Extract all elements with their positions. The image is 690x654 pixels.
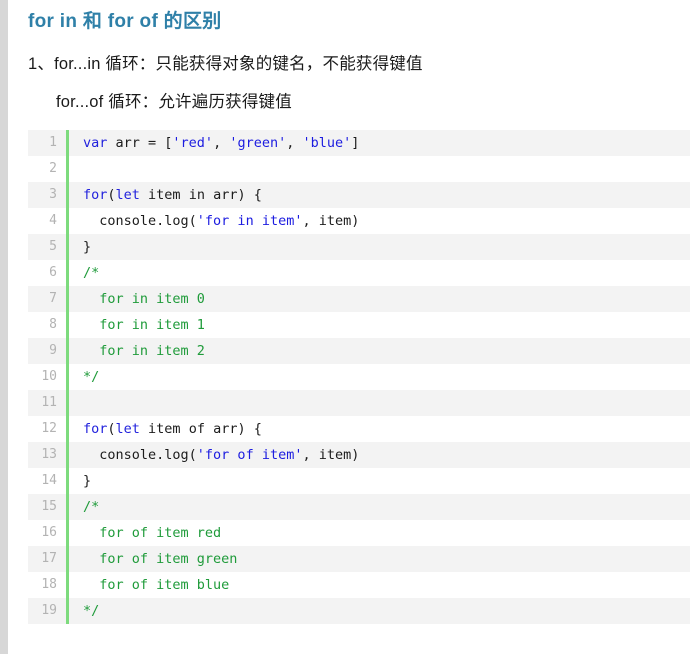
code-line-text — [69, 390, 690, 416]
code-token-plain: ] — [351, 135, 360, 151]
code-line: 4 console.log('for in item', item) — [28, 208, 690, 234]
code-line-text: console.log('for in item', item) — [69, 208, 690, 234]
code-token-str: 'for in item' — [196, 213, 303, 229]
line-number: 7 — [49, 291, 57, 306]
code-line: 10 */ — [28, 364, 690, 390]
code-line-text: */ — [69, 364, 690, 390]
code-token-plain: , — [213, 135, 230, 151]
code-line-text: for(let item of arr) { — [69, 416, 690, 442]
code-token-kw: for — [83, 421, 108, 437]
code-line-text: */ — [69, 598, 690, 624]
code-line-text: } — [69, 234, 690, 260]
code-line-text: for in item 2 — [69, 338, 690, 364]
code-line: 15 /* — [28, 494, 690, 520]
line-number: 18 — [41, 577, 57, 592]
code-line: 3 for(let item in arr) { — [28, 182, 690, 208]
code-token-plain: , — [286, 135, 303, 151]
code-line: 7 for in item 0 — [28, 286, 690, 312]
code-block[interactable]: 1 var arr = ['red', 'green', 'blue'] 2 3 fo… — [28, 130, 690, 624]
code-token-cmt: for in item 1 — [83, 317, 205, 333]
code-token-str: 'blue' — [302, 135, 352, 151]
code-token-kw: var — [83, 135, 116, 151]
code-token-plain: ( — [107, 421, 116, 437]
code-line: 2 — [28, 156, 690, 182]
code-token-plain: ( — [107, 187, 116, 203]
code-token-cmt: /* — [83, 265, 100, 281]
code-line: 19 */ — [28, 598, 690, 624]
code-token-plain: item in arr) { — [139, 187, 262, 203]
line-number: 14 — [41, 473, 57, 488]
code-line-text: } — [69, 468, 690, 494]
code-line: 11 — [28, 390, 690, 416]
line-number: 10 — [41, 369, 57, 384]
line-number: 6 — [49, 265, 57, 280]
code-line: 13 console.log('for of item', item) — [28, 442, 690, 468]
line-number: 17 — [41, 551, 57, 566]
code-token-kw: let — [115, 421, 140, 437]
code-token-plain: arr = [ — [115, 135, 173, 151]
code-line: 6 /* — [28, 260, 690, 286]
code-line-text: console.log('for of item', item) — [69, 442, 690, 468]
code-token-plain: } — [83, 473, 92, 489]
code-line: 14} — [28, 468, 690, 494]
code-line-text: var arr = ['red', 'green', 'blue'] — [69, 130, 690, 156]
code-token-plain: , item) — [302, 447, 360, 463]
code-token-plain: console.log( — [83, 213, 197, 229]
line-number: 3 — [49, 187, 57, 202]
code-token-str: 'for of item' — [196, 447, 303, 463]
code-line-text: /* — [69, 494, 690, 520]
code-line: 16 for of item red — [28, 520, 690, 546]
code-token-cmt: for of item red — [83, 525, 222, 541]
line-number: 13 — [41, 447, 57, 462]
code-token-str: 'green' — [229, 135, 287, 151]
code-token-plain: item of arr) { — [139, 421, 262, 437]
line-number: 15 — [41, 499, 57, 514]
line-number: 12 — [41, 421, 57, 436]
code-line-text: for in item 0 — [69, 286, 690, 312]
code-token-plain: , item) — [302, 213, 360, 229]
code-line-text: for of item blue — [69, 572, 690, 598]
line-number: 4 — [49, 213, 57, 228]
code-token-kw: for — [83, 187, 108, 203]
code-line: 9 for in item 2 — [28, 338, 690, 364]
paragraph-for-in-description: 1、for...in 循环：只能获得对象的键名，不能获得键值 — [28, 55, 423, 73]
code-line: 12 for(let item of arr) { — [28, 416, 690, 442]
code-token-str: 'red' — [172, 135, 214, 151]
code-token-cmt: for in item 0 — [83, 291, 205, 307]
code-token-cmt: /* — [83, 499, 100, 515]
code-token-cmt: */ — [83, 369, 100, 385]
code-token-plain: console.log( — [83, 447, 197, 463]
code-token-cmt: for of item green — [83, 551, 238, 567]
code-token-plain: } — [83, 239, 92, 255]
code-line: 18 for of item blue — [28, 572, 690, 598]
article-page: for in 和 for of 的区别 1、for...in 循环：只能获得对象… — [8, 0, 690, 654]
code-line-text: for of item red — [69, 520, 690, 546]
code-line-text: /* — [69, 260, 690, 286]
code-token-cmt: for of item blue — [83, 577, 230, 593]
code-line-text: for of item green — [69, 546, 690, 572]
line-number: 8 — [49, 317, 57, 332]
line-number: 16 — [41, 525, 57, 540]
line-number: 1 — [49, 135, 57, 150]
code-token-cmt: */ — [83, 603, 100, 619]
line-number: 11 — [41, 395, 57, 410]
code-token-cmt: for in item 2 — [83, 343, 205, 359]
code-line: 5} — [28, 234, 690, 260]
code-line: 1 var arr = ['red', 'green', 'blue'] — [28, 130, 690, 156]
code-token-kw: let — [115, 187, 140, 203]
line-number: 9 — [49, 343, 57, 358]
code-line: 17 for of item green — [28, 546, 690, 572]
code-line-text: for in item 1 — [69, 312, 690, 338]
code-line-text: for(let item in arr) { — [69, 182, 690, 208]
left-gutter-strip — [0, 0, 8, 654]
paragraph-for-of-description: for...of 循环：允许遍历获得键值 — [56, 93, 292, 111]
code-line: 8 for in item 1 — [28, 312, 690, 338]
code-line-text — [69, 156, 690, 182]
page-title: for in 和 for of 的区别 — [28, 11, 222, 32]
line-number: 19 — [41, 603, 57, 618]
line-number: 5 — [49, 239, 57, 254]
line-number: 2 — [49, 161, 57, 176]
